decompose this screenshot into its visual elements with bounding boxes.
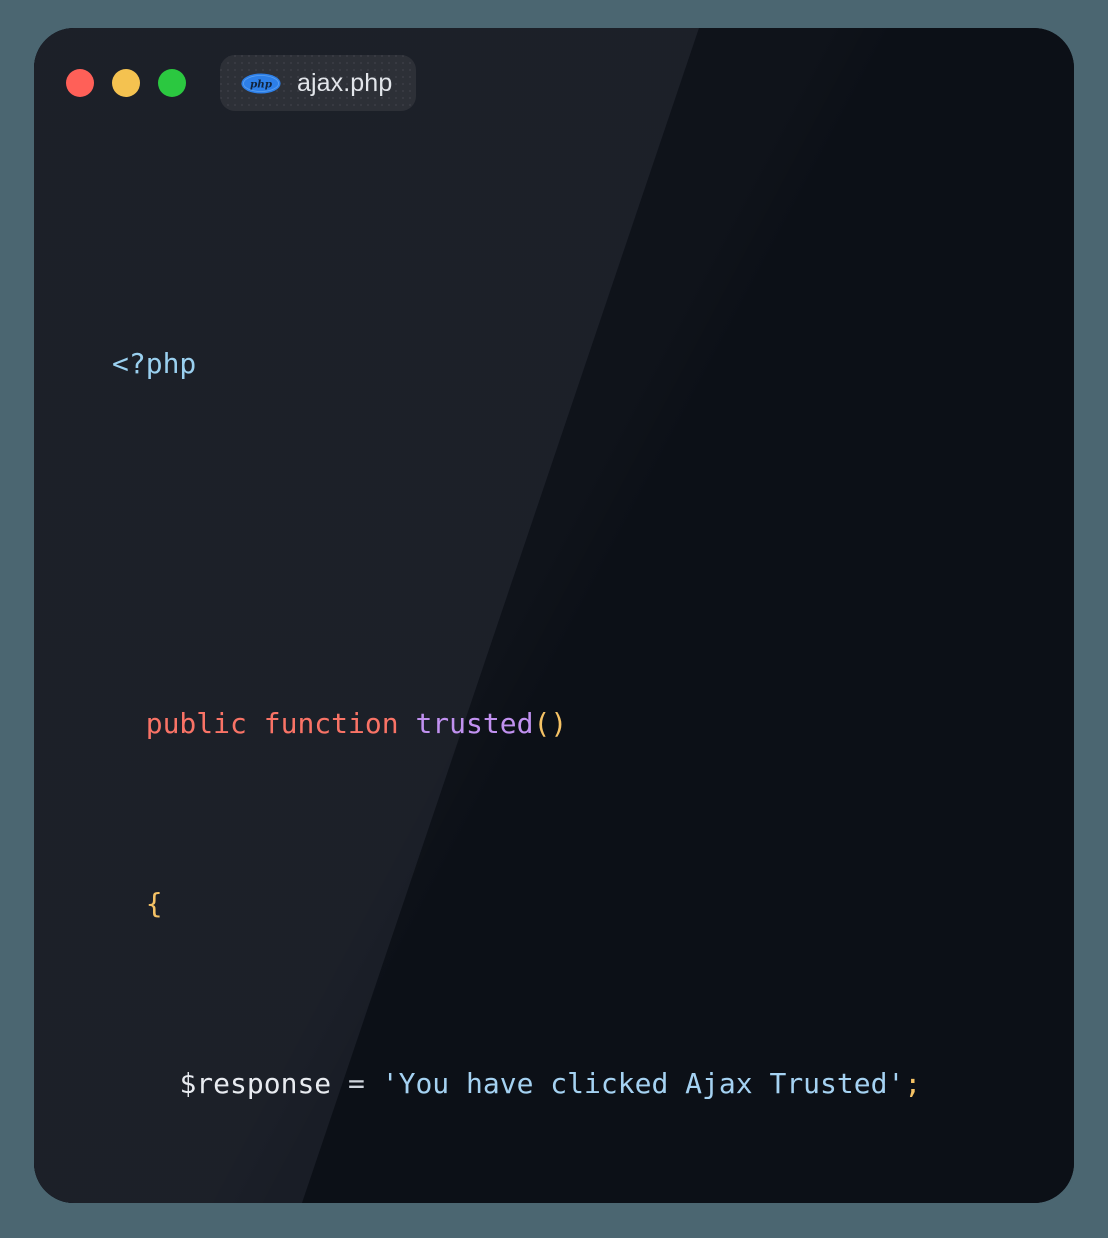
code-line: $response = 'You have clicked Ajax Trust… xyxy=(112,1061,1074,1106)
file-tab-label: ajax.php xyxy=(297,69,392,98)
token-indent xyxy=(112,707,146,740)
token-indent xyxy=(112,1067,179,1100)
svg-text:php: php xyxy=(250,78,273,90)
token-variable-response: $response xyxy=(179,1067,331,1100)
token-brace-open: { xyxy=(146,887,163,920)
token-space xyxy=(331,1067,348,1100)
window-titlebar: php ajax.php xyxy=(34,28,1074,138)
token-indent xyxy=(112,887,146,920)
token-semicolon: ; xyxy=(904,1067,921,1100)
minimize-button-icon[interactable] xyxy=(112,69,140,97)
token-function-name-trusted: trusted xyxy=(415,707,533,740)
code-line: { xyxy=(112,881,1074,926)
token-string-trusted: 'You have clicked Ajax Trusted' xyxy=(382,1067,905,1100)
close-button-icon[interactable] xyxy=(66,69,94,97)
token-keyword-function: function xyxy=(264,707,399,740)
token-paren-close: ) xyxy=(550,707,567,740)
token-space xyxy=(247,707,264,740)
file-tab[interactable]: php ajax.php xyxy=(220,55,416,111)
token-space xyxy=(399,707,416,740)
code-line: <?php xyxy=(112,341,1074,386)
token-operator-assign: = xyxy=(348,1067,365,1100)
code-line: public function trusted() xyxy=(112,701,1074,746)
php-logo-icon: php xyxy=(241,73,281,94)
code-line-blank xyxy=(112,521,1074,566)
token-keyword-public: public xyxy=(146,707,247,740)
traffic-light-group xyxy=(66,69,186,97)
zoom-button-icon[interactable] xyxy=(158,69,186,97)
token-space xyxy=(365,1067,382,1100)
code-window-card: php ajax.php <?php public function trust… xyxy=(34,28,1074,1203)
code-editor-content[interactable]: <?php public function trusted() { $respo… xyxy=(112,206,1074,1203)
token-paren-open: ( xyxy=(533,707,550,740)
token-php-open: <?php xyxy=(112,347,196,380)
screenshot-root: php ajax.php <?php public function trust… xyxy=(0,0,1108,1238)
